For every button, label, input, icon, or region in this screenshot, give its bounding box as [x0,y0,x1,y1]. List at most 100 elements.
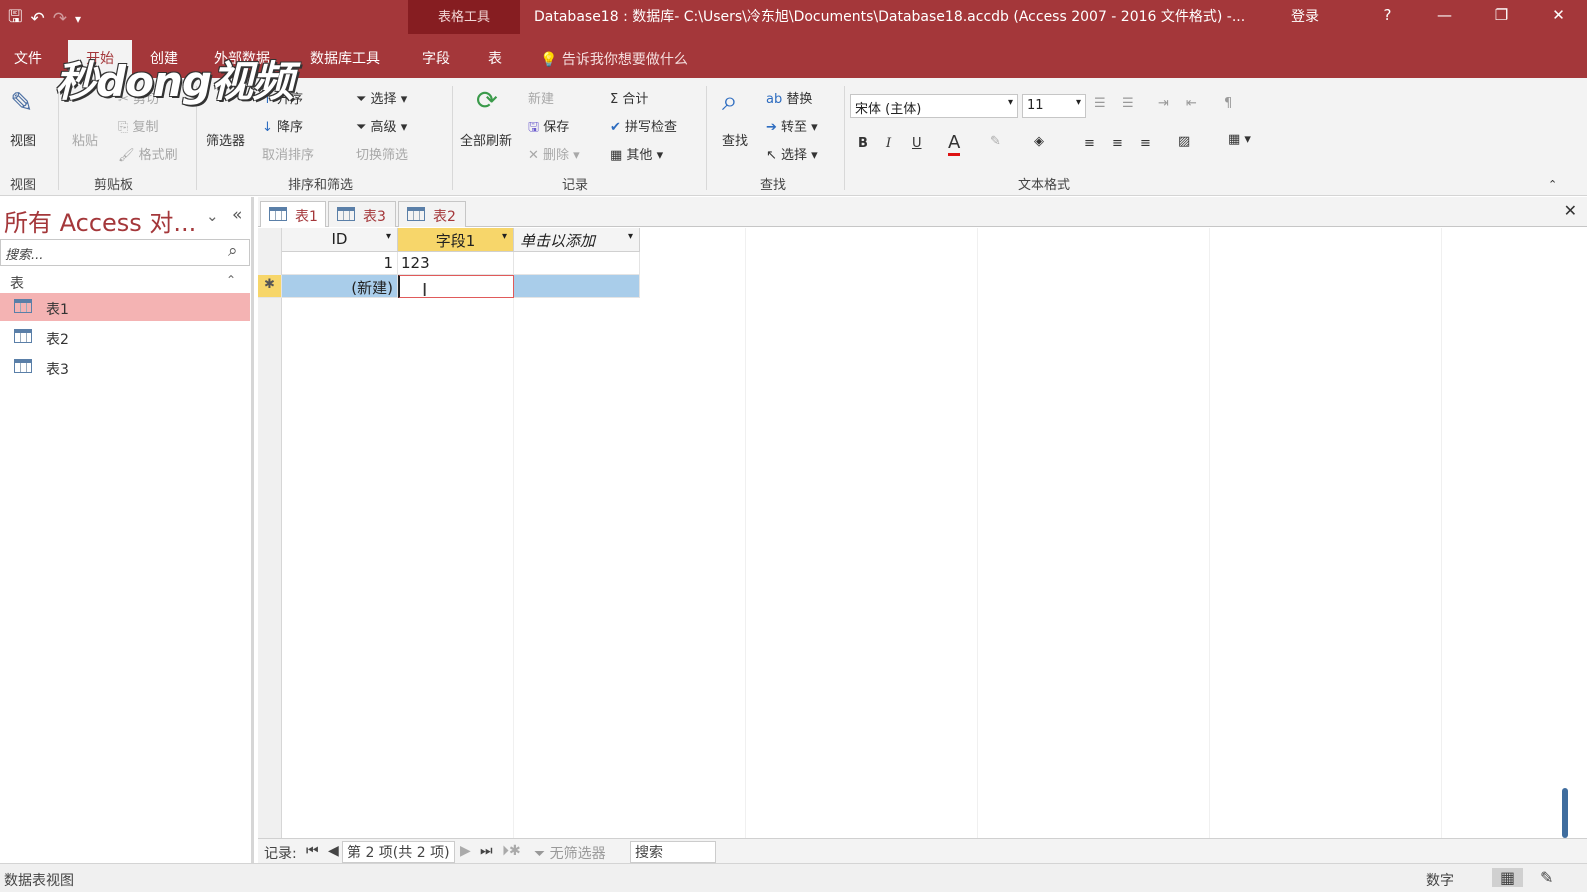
find-button[interactable]: 查找 [722,130,748,149]
format-painter-button[interactable]: 🖌 格式刷 [118,144,178,163]
gridlines-icon[interactable]: ▦ ▾ [1228,132,1251,147]
cell-click-to-add[interactable] [514,252,640,275]
nav-item-table1[interactable]: 表1 [0,293,250,321]
bold-button[interactable]: B [858,136,868,151]
collapse-pane-icon[interactable]: « [232,205,242,225]
advanced-filter-button[interactable]: ⏷ 高级 ▾ [356,116,407,135]
dropdown-arrow-icon[interactable]: ▾ [628,231,633,242]
underline-button[interactable]: U [912,136,922,151]
design-view-icon[interactable]: ✎ [1540,868,1553,887]
alternate-row-color-icon[interactable]: ▨ [1178,134,1190,149]
record-search-input[interactable]: 搜索 [630,841,716,863]
tab-table[interactable]: 表 [488,48,502,68]
tab-fields[interactable]: 字段 [422,48,450,68]
dropdown-arrow-icon[interactable]: ▾ [502,231,507,242]
customize-qat-icon[interactable]: ▾ [75,12,81,26]
numbering-icon[interactable]: ☰ [1122,96,1134,111]
new-record-marker[interactable]: ✱ [258,275,282,298]
delete-record-button[interactable]: ✕ 删除 ▾ [528,144,580,163]
bullets-icon[interactable]: ☰ [1094,96,1106,111]
sort-descending-button[interactable]: ↓ 降序 [262,116,303,135]
close-document-icon[interactable]: ✕ [1564,201,1577,220]
help-button[interactable]: ? [1359,0,1416,30]
column-header-field1[interactable]: 字段1 ▾ [398,228,514,252]
nav-search-input[interactable]: 搜索... [0,239,250,266]
new-record-button[interactable]: 新建 [528,88,554,107]
totals-button[interactable]: Σ 合计 [610,88,648,107]
more-records-button[interactable]: ▦ 其他 ▾ [610,144,663,163]
previous-record-icon[interactable]: ◀ [328,843,339,859]
align-center-icon[interactable]: ≡ [1112,136,1123,151]
first-record-icon[interactable]: ⏮ [306,843,319,859]
view-icon[interactable]: ✎ [10,86,33,119]
highlight-icon[interactable]: ✎ [990,134,1001,149]
redo-icon[interactable]: ↷ [53,9,67,29]
table-icon [14,299,32,313]
doc-tab-table2[interactable]: 表2 [398,201,466,227]
refresh-all-button[interactable]: 全部刷新 [460,130,512,149]
table-icon [407,207,425,221]
fill-color-icon[interactable]: ◈ [1034,134,1044,149]
close-button[interactable]: ✕ [1530,0,1587,30]
cell-field1-new-editing[interactable] [398,275,514,298]
tab-database-tools[interactable]: 数据库工具 [310,48,380,68]
remove-sort-button[interactable]: 取消排序 [262,144,314,163]
toggle-filter-button[interactable]: 切换筛选 [356,144,408,163]
search-icon[interactable]: ⌕ [228,241,238,261]
find-icon[interactable]: ⌕ [722,84,738,118]
minimize-button[interactable]: — [1416,0,1473,30]
restore-button[interactable]: ❐ [1473,0,1530,30]
cell-field1[interactable]: 123 [398,252,514,275]
nav-pane-title[interactable]: 所有 Access 对... [4,203,196,238]
scrollbar-thumb[interactable] [1562,788,1568,838]
doc-tab-table3[interactable]: 表3 [328,201,396,227]
italic-button[interactable]: I [886,136,891,151]
tell-me-box[interactable]: 💡 告诉我你想要做什么 [540,49,688,69]
filter-button[interactable]: 筛选器 [206,130,245,149]
select-button[interactable]: ↖ 选择 ▾ [766,144,818,163]
outdent-icon[interactable]: ⇤ [1186,96,1197,111]
nav-menu-chevron-icon[interactable]: ⌄ [206,207,219,225]
align-left-icon[interactable]: ≡ [1084,136,1095,151]
last-record-icon[interactable]: ⏭ [480,843,493,859]
font-color-icon[interactable]: A [948,132,961,156]
paragraph-direction-icon[interactable]: ¶ [1224,96,1232,111]
sign-in-link[interactable]: 登录 [1291,6,1319,26]
nav-group-tables[interactable]: 表 [10,273,24,293]
goto-button[interactable]: ➔ 转至 ▾ [766,116,818,135]
doc-tab-table1[interactable]: 表1 [260,201,326,227]
replace-button[interactable]: ab 替换 [766,88,812,107]
current-record-field[interactable]: 第 2 项(共 2 项) [342,841,455,863]
next-record-icon[interactable]: ▶ [460,843,471,859]
font-size-select[interactable]: 11 ▾ [1022,94,1086,118]
cell-id-new[interactable]: (新建) [282,275,398,298]
paste-button[interactable]: 粘贴 [72,130,98,149]
save-record-button[interactable]: 🖫 保存 [528,116,569,140]
align-right-icon[interactable]: ≡ [1140,136,1151,151]
view-button[interactable]: 视图 [10,130,36,149]
undo-icon[interactable]: ↶ [30,9,44,29]
spelling-button[interactable]: ✔ 拼写检查 [610,116,677,135]
save-icon[interactable]: 🖫 [8,4,22,33]
column-header-id[interactable]: ID ▾ [282,228,398,252]
font-name-select[interactable]: 宋体 (主体) ▾ [850,94,1018,118]
column-header-click-to-add[interactable]: 单击以添加 ▾ [514,228,640,252]
datasheet-view-icon[interactable]: ▦ [1492,868,1524,887]
group-view-label: 视图 [10,178,37,193]
copy-button[interactable]: ⎘ 复制 [118,116,159,135]
nav-item-table2[interactable]: 表2 [0,323,250,351]
refresh-icon[interactable]: ⟳ [476,86,498,116]
cell-click-to-add-new[interactable] [514,275,640,298]
tab-file[interactable]: 文件 [14,48,42,68]
collapse-group-icon[interactable]: ⌃ [226,273,236,287]
collapse-ribbon-icon[interactable]: ⌃ [1548,178,1557,191]
cursor-icon: ↖ [766,148,782,163]
new-blank-record-icon[interactable]: ⏵✱ [502,843,521,859]
cell-id[interactable]: 1 [282,252,398,275]
dropdown-arrow-icon[interactable]: ▾ [386,231,391,242]
no-filter-indicator[interactable]: ⏷ 无筛选器 [534,843,606,863]
nav-item-table3[interactable]: 表3 [0,353,250,381]
selection-filter-button[interactable]: ⏷ 选择 ▾ [356,88,407,107]
indent-icon[interactable]: ⇥ [1158,96,1169,111]
lightbulb-icon: 💡 [540,52,562,68]
